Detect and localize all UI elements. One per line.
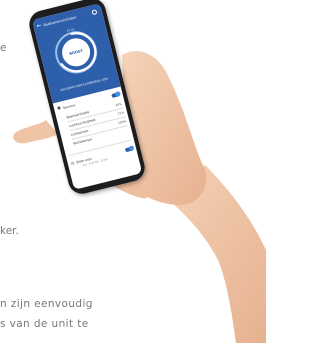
setting-label: Vochtsensor bbox=[72, 137, 93, 146]
clock-icon: ◷ bbox=[70, 160, 75, 166]
eye-icon: ◉ bbox=[56, 105, 62, 112]
smartphone: ← Badkamerventilator 14:22 BOOST VOLGEND… bbox=[26, 0, 148, 197]
background-text-e: e bbox=[0, 42, 7, 54]
power-icon[interactable] bbox=[91, 9, 98, 16]
background-text-line2: s van de unit te bbox=[0, 318, 89, 330]
setting-value: 45% bbox=[114, 101, 123, 108]
back-arrow-icon[interactable]: ← bbox=[36, 22, 43, 30]
boost-label: BOOST bbox=[68, 48, 84, 56]
schedule-toggle[interactable] bbox=[124, 145, 134, 152]
sensors-label: Sensors bbox=[62, 102, 76, 110]
background-text-line1: n zijn eenvoudig bbox=[0, 298, 93, 310]
app-title: Badkamerventilator bbox=[43, 15, 77, 28]
background-text-ker: ker. bbox=[0, 225, 19, 237]
setting-value: 75% bbox=[117, 110, 125, 117]
schedule-row[interactable]: ◷ Stille uren bbox=[70, 145, 134, 166]
sensors-toggle[interactable] bbox=[111, 91, 120, 98]
